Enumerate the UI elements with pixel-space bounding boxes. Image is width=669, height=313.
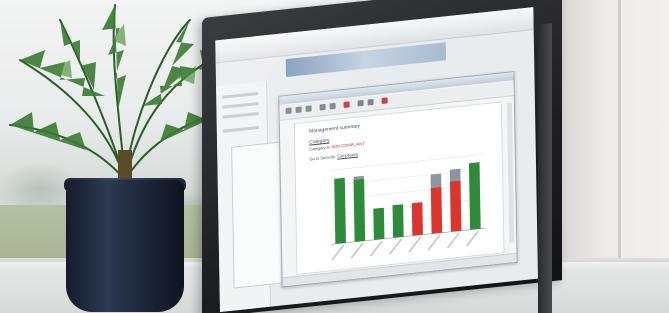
category-prefix: Category A: (309, 144, 331, 152)
chart-bar (353, 178, 366, 242)
photo-scene: Management summary Category Category A: … (0, 0, 669, 313)
category-status: NON COMPLIANT (331, 140, 365, 150)
sidebar-line (222, 101, 259, 109)
x-tick-label (466, 230, 479, 247)
x-tick-label (331, 244, 345, 261)
chart-bar (392, 204, 404, 238)
grid-line (330, 213, 485, 230)
toolbar-icon (381, 97, 388, 105)
toolbar-icon (367, 98, 374, 106)
compliance-link-line: Go to Security: Compliance (309, 151, 358, 161)
chart-grid (329, 153, 486, 245)
toolbar-icon (305, 105, 312, 112)
sidebar-line (222, 125, 259, 133)
plant-pot (66, 180, 184, 312)
toolbar-icon (295, 106, 302, 114)
chart-bar-cap (449, 168, 461, 182)
toolbar-icon (343, 101, 350, 109)
report-title: Management summary (308, 123, 361, 135)
chart-x-ticks (331, 230, 479, 261)
x-tick-label (408, 236, 422, 253)
toolbar-icon (319, 103, 326, 111)
compliance-link[interactable]: Compliance (337, 151, 358, 158)
toolbar-icon (357, 99, 364, 107)
link-prefix: Go to Security: (309, 153, 337, 162)
x-tick-label (446, 232, 460, 249)
sidebar-line (222, 91, 259, 99)
monitor-screen: Management summary Category Category A: … (215, 7, 538, 312)
report-window: Management summary Category Category A: … (278, 71, 518, 288)
x-tick-label (350, 242, 364, 259)
chart-bars (334, 162, 481, 244)
x-tick-label (427, 234, 441, 251)
grid-line (329, 168, 484, 186)
x-tick-label (389, 238, 402, 255)
monitor-side (538, 23, 552, 313)
background-panel (231, 141, 286, 289)
toolbar-icon (285, 107, 292, 115)
chart-bar (430, 186, 443, 234)
grid-line (330, 198, 485, 216)
chart-bar (373, 207, 385, 240)
window-scrollbar[interactable] (506, 102, 515, 243)
sidebar-line (222, 111, 259, 119)
compliance-bar-chart (329, 153, 486, 261)
report-document: Management summary Category Category A: … (293, 101, 505, 275)
grid-line (330, 183, 485, 201)
toolbar-icon (329, 102, 336, 110)
chart-bar (468, 162, 481, 230)
x-axis (331, 227, 486, 245)
chart-bar (334, 177, 346, 244)
chart-bar-cap (430, 173, 442, 188)
chart-bar (449, 180, 462, 232)
chart-bar (411, 202, 423, 236)
x-tick-label (369, 240, 383, 257)
